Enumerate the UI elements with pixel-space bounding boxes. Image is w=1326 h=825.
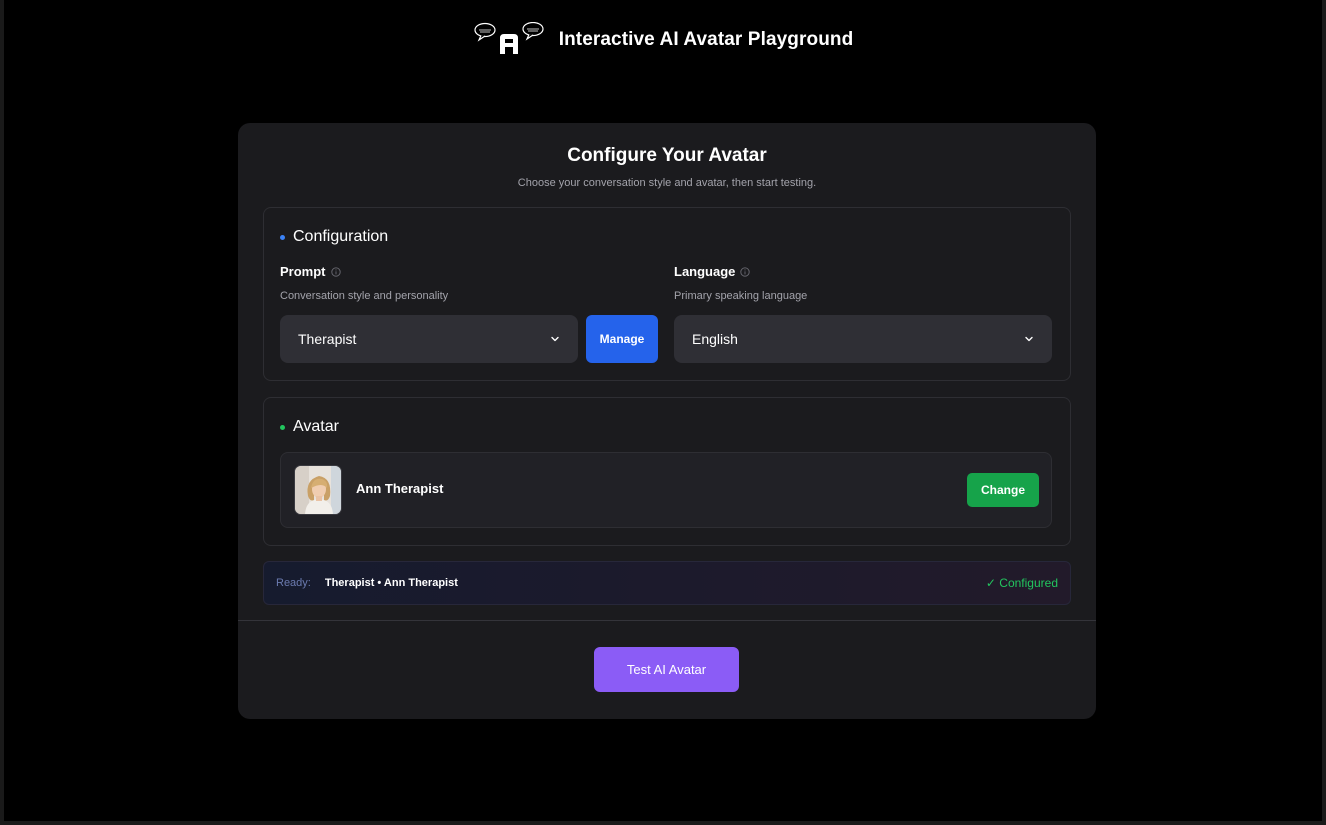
header: Interactive AI Avatar Playground xyxy=(4,22,1322,58)
prompt-selected-value: Therapist xyxy=(298,331,357,347)
blue-dot-icon xyxy=(280,234,285,240)
language-label-text: Language xyxy=(674,264,736,279)
avatar-thumbnail xyxy=(294,465,342,515)
status-bar: Ready: Therapist • Ann Therapist ✓ Confi… xyxy=(263,561,1071,605)
avatar-name: Ann Therapist xyxy=(356,481,444,496)
green-dot-icon xyxy=(280,424,285,430)
chevron-down-icon xyxy=(551,336,559,342)
info-icon[interactable] xyxy=(740,266,751,277)
manage-button[interactable]: Manage xyxy=(586,315,658,363)
configuration-heading: Configuration xyxy=(280,228,388,246)
change-avatar-button[interactable]: Change xyxy=(967,473,1039,507)
configure-card: Configure Your Avatar Choose your conver… xyxy=(238,123,1096,719)
prompt-label: Prompt xyxy=(280,264,341,279)
avatar-heading-label: Avatar xyxy=(293,418,339,435)
configuration-heading-label: Configuration xyxy=(293,228,389,245)
test-ai-avatar-button[interactable]: Test AI Avatar xyxy=(594,647,739,692)
prompt-select[interactable]: Therapist xyxy=(280,315,578,363)
chevron-down-icon xyxy=(1025,336,1033,342)
avatar-heading: Avatar xyxy=(280,418,339,436)
status-configured-badge: ✓ Configured xyxy=(985,576,1058,590)
card-subtitle: Choose your conversation style and avata… xyxy=(517,177,817,189)
language-description: Primary speaking language xyxy=(674,290,808,302)
footer-divider xyxy=(238,620,1096,621)
info-icon[interactable] xyxy=(330,266,341,277)
app-title: Interactive AI Avatar Playground xyxy=(558,29,854,50)
status-ready-label: Ready: xyxy=(276,577,311,589)
avatar-portrait-icon xyxy=(295,466,341,514)
selected-avatar-card: Ann Therapist Change xyxy=(280,452,1052,528)
language-selected-value: English xyxy=(692,331,738,347)
language-select[interactable]: English xyxy=(674,315,1052,363)
prompt-description: Conversation style and personality xyxy=(280,290,449,302)
language-label: Language xyxy=(674,264,751,279)
card-title: Configure Your Avatar xyxy=(567,145,767,166)
status-summary: Therapist • Ann Therapist xyxy=(324,577,458,589)
configuration-section: Configuration Prompt Conversation style … xyxy=(263,207,1071,381)
app-page: Interactive AI Avatar Playground Configu… xyxy=(0,0,1326,825)
speech-bubbles-logo-icon xyxy=(474,22,544,54)
prompt-label-text: Prompt xyxy=(280,264,326,279)
avatar-section: Avatar Ann Therapist Change xyxy=(263,397,1071,546)
